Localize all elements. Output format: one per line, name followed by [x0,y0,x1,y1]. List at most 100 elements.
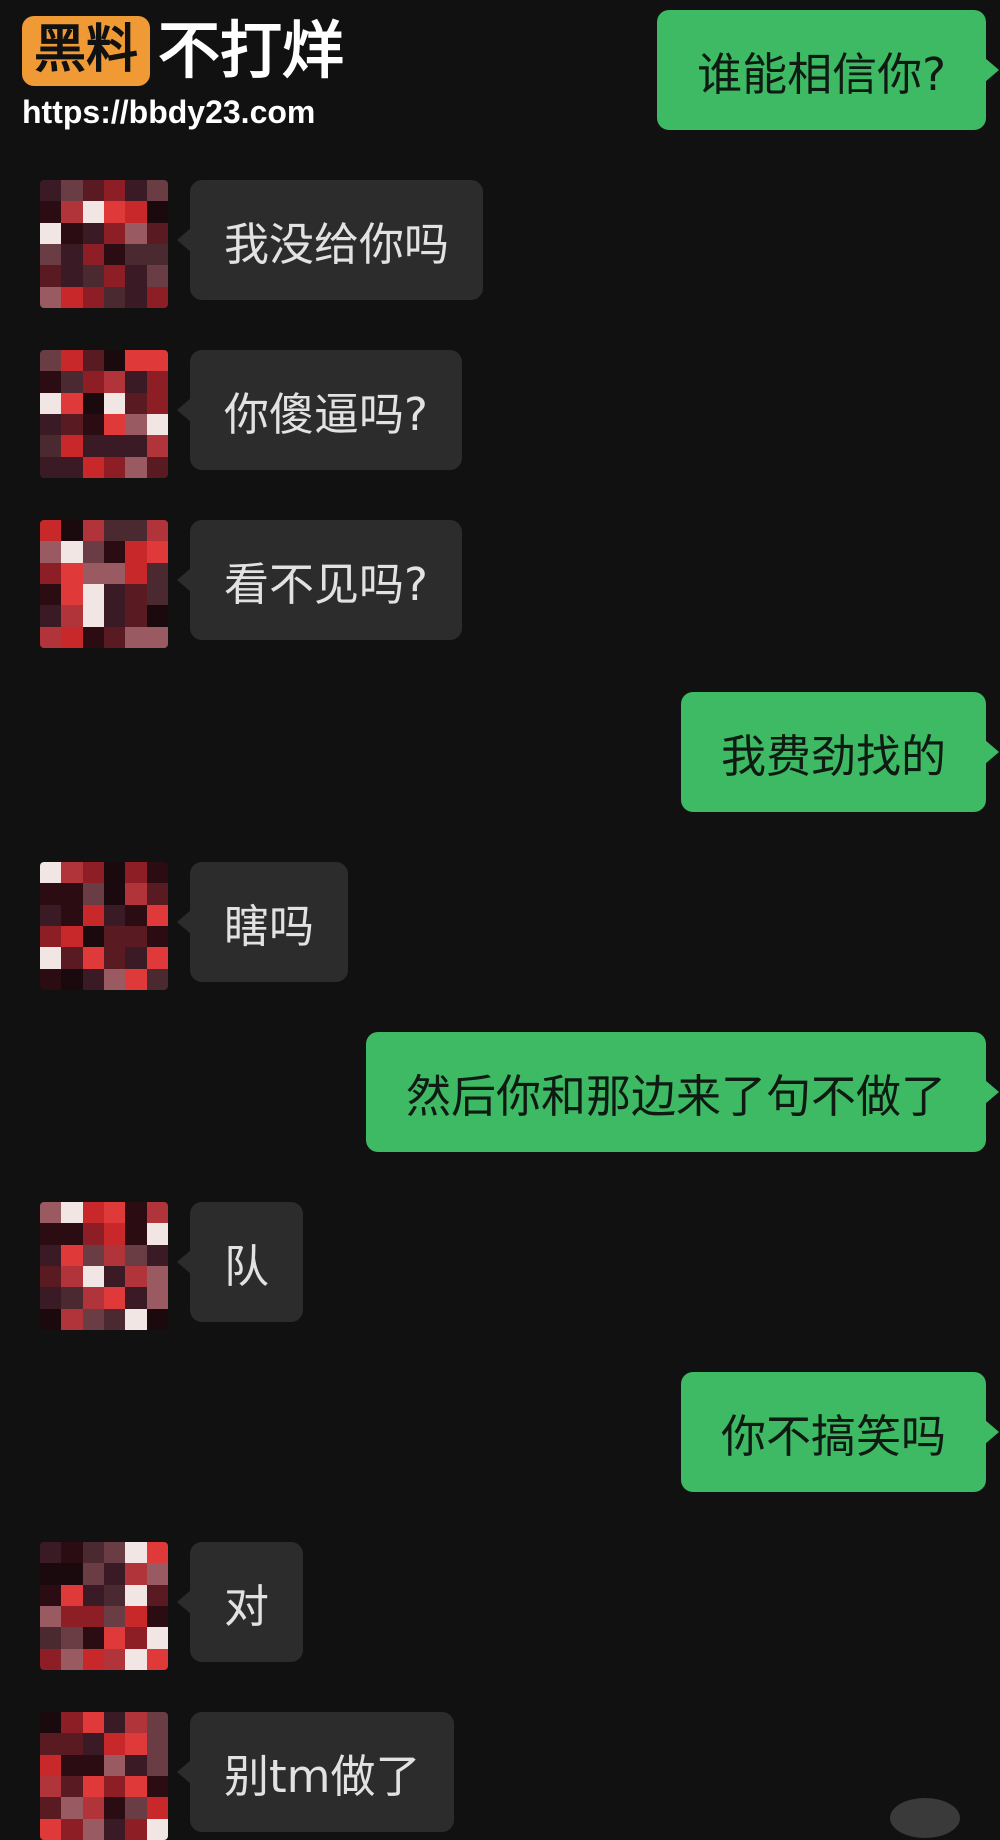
avatar-pixel [40,1542,62,1564]
avatar-pixel [125,435,147,457]
avatar-pixel [61,584,83,606]
avatar-pixel [104,1627,126,1649]
message-text: 对 [224,1579,270,1633]
outgoing-message-bubble[interactable]: 谁能相信你? [657,10,999,130]
avatar-pixel [125,626,147,648]
avatar-pixel [61,1202,83,1224]
blurred-avatar[interactable] [40,862,168,990]
avatar-pixel [104,1712,126,1734]
avatar-pixel [146,584,168,606]
watermark-logo: 黑料 不打烊 [22,16,344,86]
avatar-pixel [40,435,62,457]
blurred-avatar[interactable] [40,520,168,648]
avatar-pixel [104,968,126,990]
avatar-pixel [61,968,83,990]
avatar-pixel [125,1754,147,1776]
avatar-pixel [82,1776,104,1798]
avatar-pixel [104,201,126,223]
avatar-pixel [40,562,62,584]
avatar-pixel [82,1223,104,1245]
avatar-pixel [61,456,83,478]
blurred-avatar[interactable] [40,1202,168,1330]
message-text: 队 [224,1239,270,1293]
avatar-pixel [40,1776,62,1798]
avatar-pixel [61,904,83,926]
avatar-pixel [146,1648,168,1670]
avatar-pixel [61,1542,83,1564]
incoming-message-bubble[interactable]: 队 [176,1202,304,1322]
avatar-pixel [40,392,62,414]
avatar-pixel [40,1712,62,1734]
incoming-message-bubble[interactable]: 瞎吗 [176,862,349,982]
avatar-pixel [125,541,147,563]
avatar-pixel [61,541,83,563]
avatar-pixel [125,350,147,372]
avatar-pixel [104,1542,126,1564]
outgoing-message-bubble[interactable]: 然后你和那边来了句不做了 [365,1032,1000,1152]
avatar-pixel [82,1202,104,1224]
avatar-pixel [82,904,104,926]
avatar-pixel [104,435,126,457]
avatar-pixel [146,265,168,287]
avatar-pixel [61,926,83,948]
avatar-pixel [82,1308,104,1330]
avatar-pixel [125,968,147,990]
scroll-to-bottom-button[interactable] [890,1798,960,1838]
avatar-pixel [40,1627,62,1649]
avatar-pixel [146,626,168,648]
avatar-pixel [61,1712,83,1734]
avatar-pixel [104,1648,126,1670]
avatar-pixel [146,1202,168,1224]
avatar-pixel [146,371,168,393]
avatar-pixel [61,180,83,202]
avatar-pixel [40,414,62,436]
outgoing-message-bubble[interactable]: 你不搞笑吗 [680,1372,1000,1492]
avatar-pixel [146,1244,168,1266]
incoming-message-bubble[interactable]: 看不见吗? [177,520,462,640]
avatar-pixel [82,968,104,990]
outgoing-message-bubble[interactable]: 我费劲找的 [680,692,1000,812]
watermark-url: https://bbdy23.com [22,94,316,130]
avatar-pixel [125,1287,147,1309]
blurred-avatar[interactable] [40,1542,168,1670]
avatar-pixel [40,584,62,606]
avatar-pixel [125,392,147,414]
avatar-pixel [82,926,104,948]
avatar-pixel [40,244,62,266]
avatar-pixel [104,947,126,969]
avatar-pixel [82,180,104,202]
avatar-pixel [146,968,168,990]
avatar-pixel [40,605,62,627]
avatar-pixel [125,222,147,244]
avatar-pixel [125,1266,147,1288]
incoming-message-bubble[interactable]: 别tm做了 [176,1712,455,1832]
avatar-pixel [146,201,168,223]
blurred-avatar[interactable] [40,1712,168,1840]
avatar-pixel [61,265,83,287]
avatar-pixel [104,1606,126,1628]
avatar-pixel [82,1627,104,1649]
avatar-pixel [146,862,168,884]
avatar-pixel [104,541,126,563]
avatar-pixel [82,201,104,223]
avatar-pixel [146,180,168,202]
incoming-message-bubble[interactable]: 对 [176,1542,304,1662]
avatar-pixel [40,883,62,905]
avatar-pixel [104,626,126,648]
incoming-message-bubble[interactable]: 你傻逼吗? [177,350,462,470]
avatar-pixel [146,1584,168,1606]
incoming-message-bubble[interactable]: 我没给你吗 [176,180,484,300]
avatar-pixel [61,392,83,414]
blurred-avatar[interactable] [40,350,168,478]
blurred-avatar[interactable] [40,180,168,308]
avatar-pixel [82,222,104,244]
avatar-pixel [146,1542,168,1564]
avatar-pixel [40,1648,62,1670]
avatar-pixel [82,1606,104,1628]
avatar-pixel [82,584,104,606]
avatar-pixel [40,520,62,542]
message-text: 你傻逼吗? [224,387,428,441]
avatar-pixel [61,222,83,244]
avatar-pixel [61,350,83,372]
avatar-pixel [40,180,62,202]
